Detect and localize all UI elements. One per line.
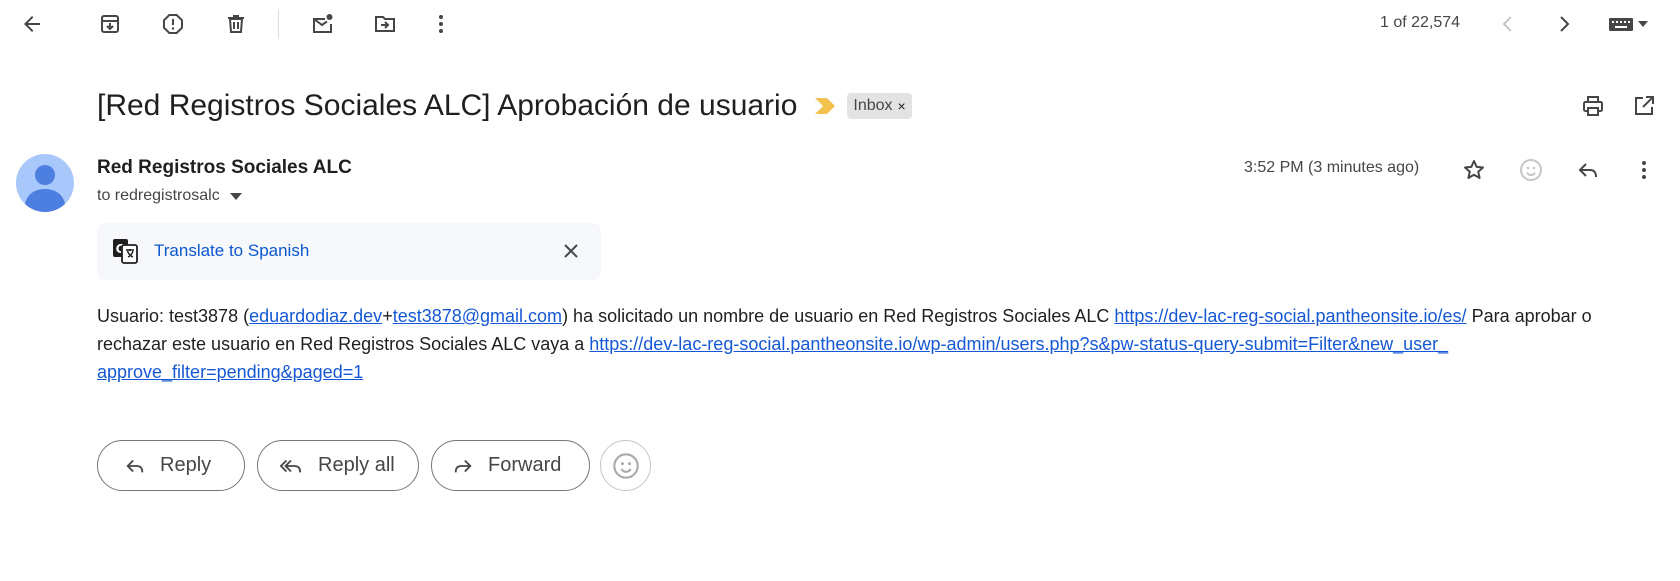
reply-all-button-label: Reply all: [318, 454, 395, 476]
caret-down-icon: [1638, 21, 1648, 27]
reply-all-icon: [278, 455, 304, 477]
report-spam-icon: [161, 12, 185, 36]
mark-unread-icon: [310, 12, 334, 36]
message-timestamp: 3:52 PM (3 minutes ago): [1244, 159, 1420, 176]
more-options-button[interactable]: [421, 4, 461, 44]
body-text-segment: Para aprobar o: [1466, 306, 1592, 326]
chevron-right-icon: [1552, 12, 1576, 36]
reply-icon: [1576, 158, 1600, 182]
caret-down-icon: [229, 192, 242, 200]
google-translate-icon: G: [112, 238, 138, 264]
open-new-window-button[interactable]: [1624, 86, 1664, 126]
archive-button[interactable]: [90, 4, 130, 44]
sender-avatar[interactable]: [16, 154, 74, 212]
trash-icon: [224, 12, 248, 36]
input-tools-button[interactable]: [1600, 4, 1656, 44]
report-spam-button[interactable]: [153, 4, 193, 44]
body-line-1: Usuario: test3878 (eduardodiaz.dev+test3…: [97, 302, 1657, 330]
reply-icon: [124, 455, 146, 477]
chevron-left-icon: [1496, 12, 1520, 36]
approve-users-link[interactable]: https://dev-lac-reg-social.pantheonsite.…: [589, 334, 1448, 354]
reply-all-button[interactable]: Reply all: [257, 440, 419, 491]
older-button[interactable]: [1544, 4, 1584, 44]
move-to-folder-icon: [373, 12, 397, 36]
arrow-back-icon: [20, 12, 44, 36]
newer-button[interactable]: [1488, 4, 1528, 44]
email-link-part1[interactable]: eduardodiaz.dev: [249, 306, 382, 326]
emoji-icon: [1519, 158, 1543, 182]
site-link[interactable]: https://dev-lac-reg-social.pantheonsite.…: [1114, 306, 1466, 326]
mark-unread-button[interactable]: [302, 4, 342, 44]
close-translate-button[interactable]: [559, 239, 583, 263]
remove-label-button[interactable]: ×: [898, 98, 906, 114]
email-subject: [Red Registros Sociales ALC] Aprobación …: [97, 89, 798, 122]
subject-row: [Red Registros Sociales ALC] Aprobación …: [97, 84, 912, 128]
body-line-3: approve_filter=pending&paged=1: [97, 358, 1657, 386]
forward-icon: [452, 455, 474, 477]
more-vert-icon: [1632, 158, 1656, 182]
body-line-2: rechazar este usuario en Red Registros S…: [97, 330, 1657, 358]
emoji-icon: [612, 452, 640, 480]
sender-name[interactable]: Red Registros Sociales ALC: [97, 157, 352, 179]
star-icon: [1462, 158, 1486, 182]
reply-icon-button[interactable]: [1568, 150, 1608, 190]
reply-button[interactable]: Reply: [97, 440, 245, 491]
toolbar: 1 of 22,574: [0, 0, 1680, 48]
back-button[interactable]: [12, 4, 52, 44]
translate-banner: G Translate to Spanish: [97, 223, 601, 280]
keyboard-icon: [1608, 15, 1634, 33]
inbox-label-chip: Inbox ×: [847, 93, 912, 119]
label-chip-text: Inbox: [853, 97, 893, 114]
body-text-segment: rechazar este usuario en Red Registros S…: [97, 334, 590, 354]
emoji-reaction-button[interactable]: [600, 440, 651, 491]
toolbar-divider: [278, 9, 279, 39]
close-icon: [564, 244, 578, 258]
reply-button-label: Reply: [160, 454, 212, 476]
star-button[interactable]: [1454, 150, 1494, 190]
email-link-part2[interactable]: test3878@gmail.com: [393, 306, 562, 326]
forward-button-label: Forward: [488, 454, 562, 476]
print-all-button[interactable]: [1573, 86, 1613, 126]
recipient-text: to redregistrosalc: [97, 187, 220, 204]
message-body: Usuario: test3878 (eduardodiaz.dev+test3…: [97, 302, 1657, 386]
message-more-button[interactable]: [1624, 150, 1664, 190]
body-text-segment: ) ha solicitado un nombre de usuario en …: [562, 306, 1115, 326]
body-text-segment: Usuario: test3878 (: [97, 306, 250, 326]
print-icon: [1581, 94, 1605, 118]
more-vert-icon: [429, 12, 453, 36]
approve-users-link-continued[interactable]: approve_filter=pending&paged=1: [97, 362, 363, 382]
delete-button[interactable]: [216, 4, 256, 44]
recipient-details-toggle[interactable]: to redregistrosalc: [97, 187, 242, 205]
move-to-button[interactable]: [365, 4, 405, 44]
importance-marker-icon[interactable]: [815, 98, 837, 114]
forward-button[interactable]: Forward: [431, 440, 590, 491]
pager-text: 1 of 22,574: [1380, 14, 1461, 31]
add-reaction-button[interactable]: [1511, 150, 1551, 190]
person-icon: [25, 165, 65, 212]
translate-message-link[interactable]: Translate to Spanish: [154, 241, 309, 261]
open-in-new-icon: [1632, 94, 1656, 118]
archive-icon: [98, 12, 122, 36]
body-text-segment: +: [382, 306, 393, 326]
